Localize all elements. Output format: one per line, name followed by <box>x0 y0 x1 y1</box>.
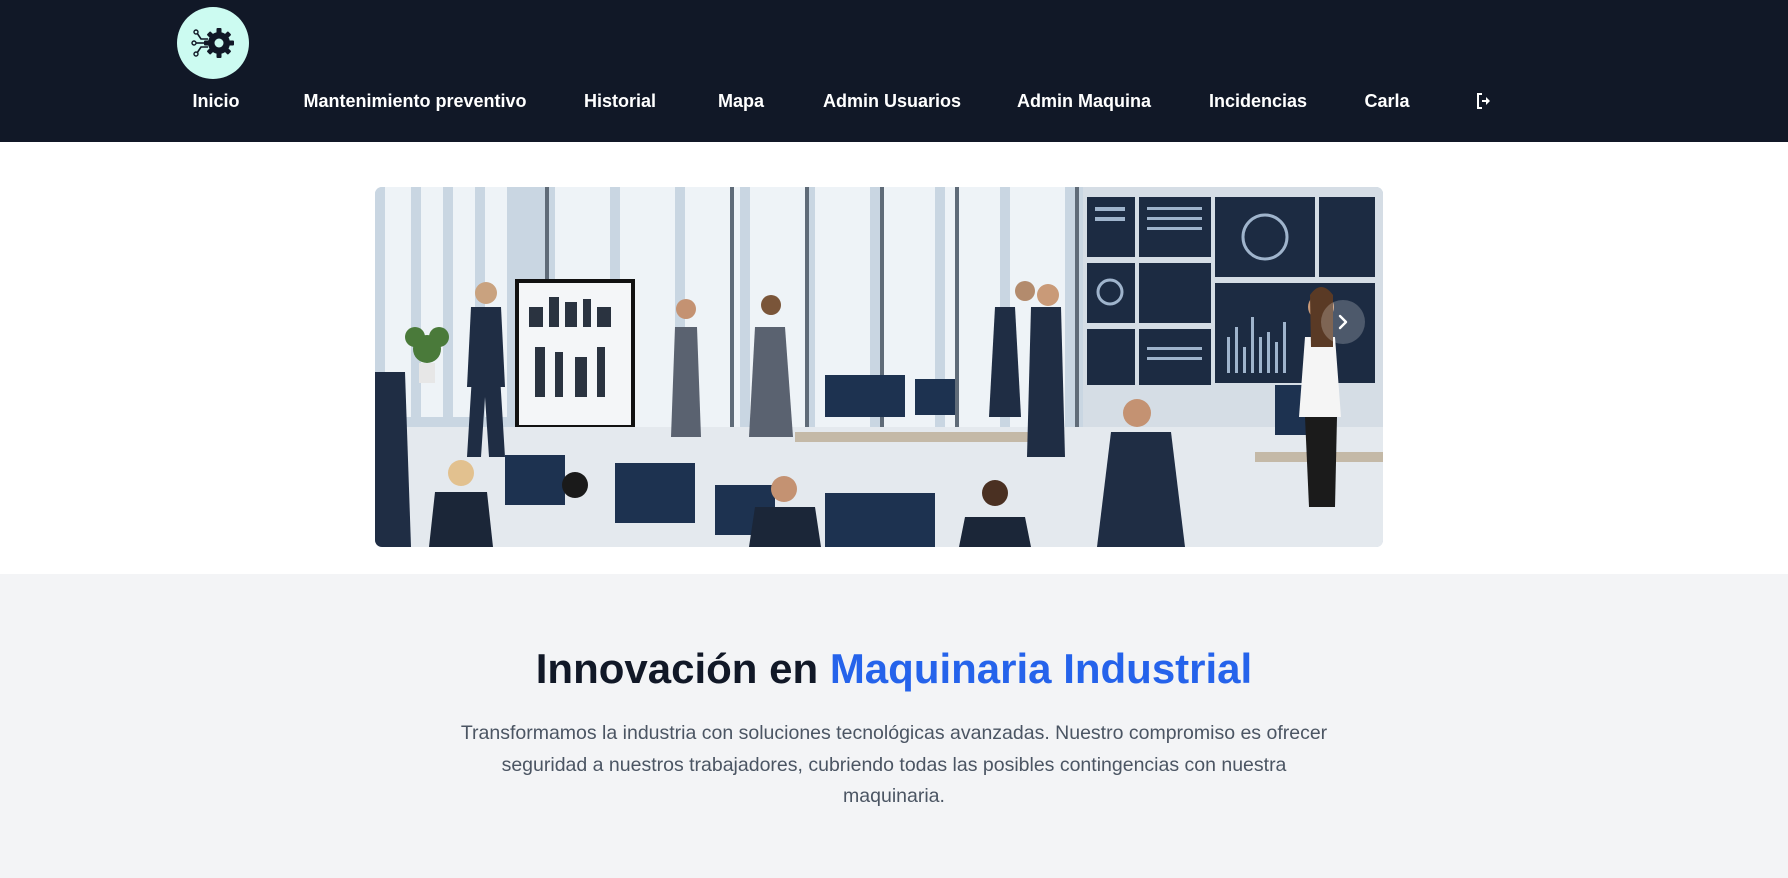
main-nav: Inicio Mantenimiento preventivo Historia… <box>0 88 1788 114</box>
logout-icon <box>1477 93 1490 109</box>
nav-item-admin-maquina[interactable]: Admin Maquina <box>1017 88 1151 114</box>
nav-item-mapa[interactable]: Mapa <box>718 88 764 114</box>
gear-circuit-icon <box>191 28 234 58</box>
hero-section <box>0 142 1788 574</box>
top-navbar: Inicio Mantenimiento preventivo Historia… <box>0 0 1788 142</box>
intro-title: Innovación en Maquinaria Industrial <box>0 644 1788 694</box>
nav-item-inicio[interactable]: Inicio <box>192 88 239 114</box>
intro-description: Transformamos la industria con solucione… <box>460 722 1328 807</box>
intro-section: Innovación en Maquinaria Industrial Tran… <box>0 574 1788 878</box>
nav-item-admin-usuarios[interactable]: Admin Usuarios <box>823 88 961 114</box>
nav-item-incidencias[interactable]: Incidencias <box>1209 88 1307 114</box>
logout-button[interactable] <box>1473 88 1495 114</box>
carousel-next-button[interactable] <box>1321 300 1365 344</box>
nav-item-historial[interactable]: Historial <box>584 88 656 114</box>
image-carousel <box>375 187 1383 547</box>
intro-title-text: Innovación en <box>535 645 830 692</box>
logo[interactable] <box>177 7 249 79</box>
nav-item-user-carla[interactable]: Carla <box>1364 88 1409 114</box>
office-team-monitoring-dashboards-image <box>375 187 1383 547</box>
intro-title-accent: Maquinaria Industrial <box>829 645 1253 692</box>
chevron-right-icon <box>1338 314 1348 330</box>
nav-item-mantenimiento-preventivo[interactable]: Mantenimiento preventivo <box>303 88 526 114</box>
